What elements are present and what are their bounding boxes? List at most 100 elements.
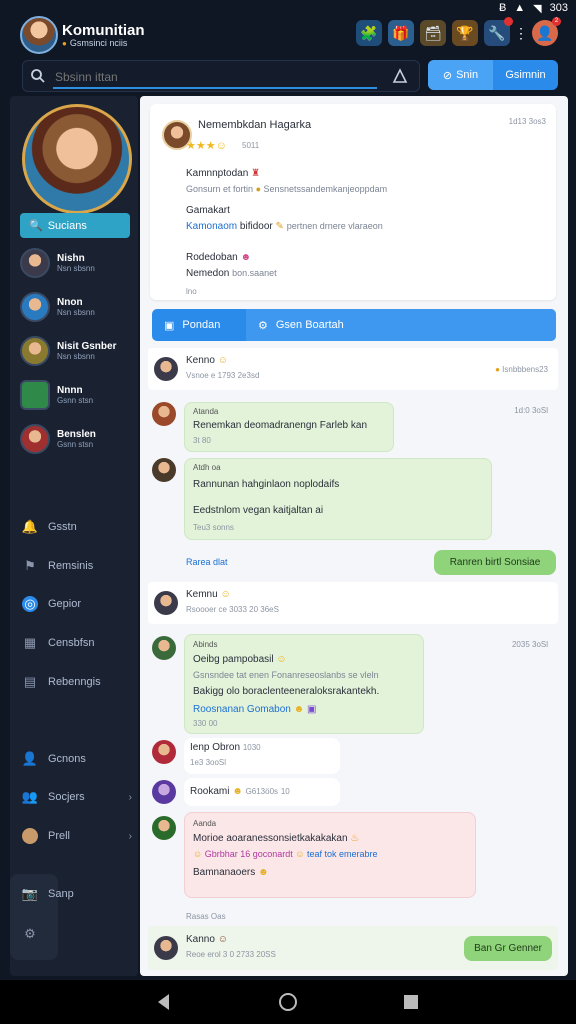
- settings-button[interactable]: ⚙: [22, 924, 132, 944]
- post-time: 1d13 3os3: [508, 117, 546, 126]
- contact-item[interactable]: Benslen Gsnn stsn: [20, 422, 136, 456]
- message-text: Roosnanan Gomabon ☻ ▣: [193, 704, 316, 715]
- message-text: Renemkan deomadranengn Farleb kan: [193, 420, 367, 431]
- chat-footer[interactable]: Kanno ☺ Reoe erol 3 0 2733 20SS Ban Gr G…: [148, 926, 558, 970]
- pen-icon: ✎: [275, 221, 284, 232]
- scan-icon[interactable]: [391, 67, 409, 85]
- app-subtitle: Gsmsinci nciis: [62, 38, 128, 48]
- back-icon[interactable]: [154, 992, 174, 1012]
- contact-status: Nsn sbsnn: [57, 352, 95, 361]
- doc-icon: ▣: [164, 319, 175, 332]
- nav-item[interactable]: ⚑ Remsinis: [22, 556, 132, 576]
- contact-status: Nsn sbsnn: [57, 264, 95, 273]
- toggle-left-label: Snin: [456, 69, 479, 81]
- dot-icon: ●: [495, 365, 500, 374]
- reply-button[interactable]: Ranren birtl Sonsiae: [434, 550, 556, 575]
- nav-label: Censbfsn: [48, 637, 95, 649]
- contact-item[interactable]: Nnnn Gsnn stsn: [20, 378, 136, 412]
- chat-meta: Vsnoe e 1793 2e3sd: [186, 371, 260, 380]
- bell-icon: 🔔: [21, 519, 39, 534]
- message-bubble: Atanda Renemkan deomadranengn Farleb kan…: [184, 402, 394, 452]
- smile-icon: ☺: [295, 849, 305, 859]
- user-icon: 👤: [21, 751, 39, 766]
- link-text[interactable]: Roosnanan Gomabon: [193, 704, 291, 715]
- message-text: Morioe aoaranessonsietkakakakan ♨: [193, 833, 359, 844]
- contact-item[interactable]: Nishn Nsn sbsnn: [20, 246, 136, 280]
- link-text[interactable]: Kamonaom: [186, 221, 237, 232]
- nav-item[interactable]: Prell ›: [22, 826, 132, 846]
- message-bubble: Abinds Oeibg pampobasil ☺ Gsnsndee tat e…: [184, 634, 424, 734]
- trophy-icon[interactable]: 🏆: [452, 20, 478, 46]
- gift-icon[interactable]: 🎁: [388, 20, 414, 46]
- name-text: Kemnu: [186, 589, 218, 600]
- tab-bar: ▣ Pondan ⚙ Gsen Boartah: [152, 309, 556, 341]
- chat-meta: Reoe erol 3 0 2733 20SS: [186, 950, 276, 959]
- contact-name: Nnon: [57, 297, 83, 308]
- search-bar: [22, 60, 420, 92]
- tab-left[interactable]: ▣ Pondan: [152, 309, 246, 341]
- view-link[interactable]: Rasas Oas: [186, 912, 226, 921]
- nav-item[interactable]: 👥 Socjers ›: [22, 787, 132, 807]
- message-bubble: Ienp Obron 1030 1e3 3ooSl: [184, 738, 340, 774]
- contact-item[interactable]: Nisit Gsnber Nsn sbsnn: [20, 334, 136, 368]
- nav-item[interactable]: ▦ Censbfsn: [22, 633, 132, 653]
- tab-right[interactable]: ⚙ Gsen Boartah: [246, 309, 556, 341]
- flag-icon: ⚑: [24, 558, 36, 573]
- nav-item[interactable]: 📷 Sanp: [22, 884, 132, 904]
- profile-portrait[interactable]: [22, 104, 132, 214]
- sidebar: 🔍 Sucians Nishn Nsn sbsnn Nnon Nsn sbsnn N…: [10, 96, 138, 976]
- tab-label: Pondan: [182, 319, 221, 331]
- view-link[interactable]: Rarea dlat: [186, 557, 228, 567]
- text-part: bifidoor: [239, 221, 273, 232]
- gear-icon: ⚙: [24, 926, 36, 941]
- home-icon[interactable]: [278, 992, 298, 1012]
- puzzle-icon[interactable]: 🧩: [356, 20, 382, 46]
- message-text: Gsnsndee tat enen Fonanreseoslanbs se vl…: [193, 670, 379, 680]
- nav-item[interactable]: 🔔 Gsstn: [22, 517, 132, 537]
- nav-label: Rebenngis: [48, 676, 101, 688]
- section-heading: Rodedoban ☻: [186, 252, 251, 263]
- toggle-right-button[interactable]: Gsimnin: [493, 60, 558, 90]
- avatar: [20, 248, 50, 278]
- search-input[interactable]: [53, 67, 377, 89]
- section-heading: Kamnnptodan ♜: [186, 168, 260, 179]
- smile-icon: ☺: [220, 589, 231, 600]
- search-icon: [31, 69, 45, 83]
- contact-name: Nnnn: [57, 385, 83, 396]
- smile-icon: ☻: [240, 252, 252, 263]
- nav-label: Gsstn: [48, 521, 77, 533]
- chat-header[interactable]: Kenno ☺ Vsnoe e 1793 2e3sd ● Isnbbbens23: [148, 348, 558, 390]
- message-author: Atanda: [193, 407, 219, 416]
- action-button[interactable]: Ban Gr Genner: [464, 936, 552, 961]
- wrench-icon[interactable]: 🔧: [484, 17, 513, 46]
- nav-item[interactable]: ▤ Rebenngis: [22, 672, 132, 692]
- nav-item[interactable]: 👤 Gcnons: [22, 749, 132, 769]
- message-text: Rannunan hahginlaon noplodaifs: [193, 479, 340, 490]
- contact-item[interactable]: Nnon Nsn sbsnn: [20, 290, 136, 324]
- chat-header[interactable]: Kemnu ☺ Rsoooer ce 3033 20 36eS: [148, 582, 558, 624]
- recents-icon[interactable]: [401, 992, 421, 1012]
- profile-icon[interactable]: 👤 2: [532, 17, 561, 46]
- avatar: [20, 292, 50, 322]
- contact-status: Gsnn stsn: [57, 440, 94, 449]
- name-text: Rookami: [190, 786, 230, 797]
- chest-icon[interactable]: 🗃: [420, 20, 446, 46]
- gear-icon: ⚙: [258, 319, 268, 332]
- smile-icon: ☺: [193, 849, 203, 859]
- fire-icon: ♜: [251, 168, 261, 179]
- time-text: 10: [280, 787, 290, 796]
- sidebar-search-button[interactable]: 🔍 Sucians: [20, 213, 130, 238]
- search-icon: 🔍: [29, 220, 43, 232]
- message-time: 1d:0 3oSl: [514, 406, 548, 415]
- message-author: Abinds: [193, 640, 218, 649]
- contact-status: Nsn sbsnn: [57, 308, 95, 317]
- toggle-right-label: Gsimnin: [505, 69, 546, 81]
- chevron-right-icon: ›: [128, 791, 132, 803]
- more-icon[interactable]: ⋮: [514, 20, 528, 46]
- toggle-left-button[interactable]: ⊘ Snin: [428, 60, 493, 90]
- nav-item-active[interactable]: ◎ Gepior: [22, 594, 132, 614]
- avatar: [154, 357, 178, 381]
- calendar-icon: ▦: [23, 635, 37, 650]
- chat-status: ● Isnbbbens23: [495, 365, 548, 374]
- user-avatar[interactable]: [20, 16, 58, 54]
